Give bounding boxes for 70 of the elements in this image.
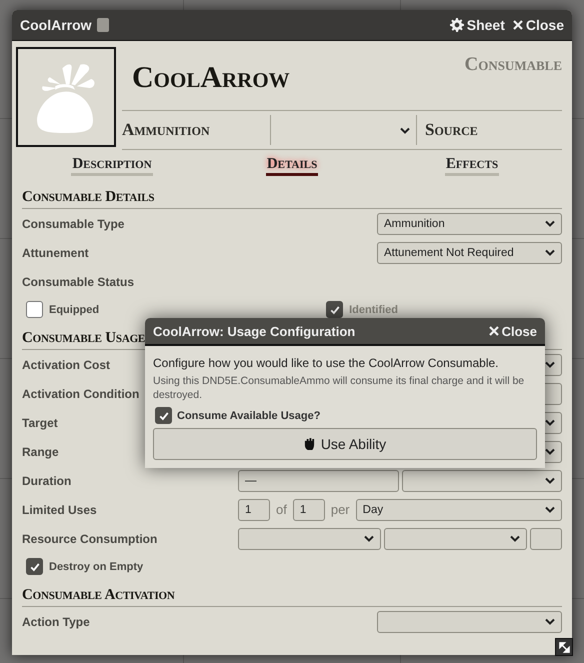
dropdown[interactable]: [377, 610, 562, 632]
caret-icon: [510, 535, 520, 542]
field-label: Range: [22, 444, 59, 458]
caret-icon: [545, 477, 555, 484]
checkmark-icon: [328, 304, 341, 316]
token-icon: [96, 18, 109, 32]
fist-icon: [304, 438, 315, 450]
field-label: Consumable Type: [22, 216, 124, 230]
tab[interactable]: Effects: [444, 156, 500, 176]
field-label: Resource Consumption: [22, 532, 158, 546]
close-icon: [512, 20, 523, 30]
number-field[interactable]: 1: [238, 498, 270, 520]
item-type: Consumable: [464, 54, 562, 76]
dropdown[interactable]: Ammunition: [377, 212, 562, 234]
checkbox-label: Destroy on Empty: [49, 560, 144, 572]
caret-icon: [400, 126, 410, 134]
separator-text: of: [275, 502, 288, 517]
checkbox-label: Equipped: [49, 304, 100, 316]
checkbox-label: Identified: [349, 304, 398, 316]
use-ability-button[interactable]: Use Ability: [153, 428, 537, 460]
text-field[interactable]: —: [238, 470, 398, 492]
checkmark-icon: [158, 410, 170, 422]
caret-icon: [364, 535, 374, 542]
checkbox[interactable]: [326, 301, 344, 318]
caret-icon: [545, 361, 555, 368]
field-label: Consumable Status: [22, 274, 134, 288]
checkbox[interactable]: [26, 301, 43, 318]
dropdown[interactable]: [238, 528, 381, 550]
section-title: Consumable Details: [22, 182, 562, 209]
field-label: Activation Condition: [22, 386, 140, 400]
tab[interactable]: Description: [71, 156, 153, 176]
dialog-note: Using this DND5E.ConsumableAmmo will consume its final charge and it will be destroyed.: [153, 374, 526, 402]
gear-icon: [450, 18, 464, 32]
field-label: Target: [22, 416, 58, 430]
source-link[interactable]: Source: [425, 120, 478, 140]
caret-icon: [545, 448, 555, 455]
caret-icon: [545, 618, 555, 625]
tab[interactable]: Details: [266, 156, 318, 176]
number-field[interactable]: [530, 528, 562, 550]
caret-icon: [545, 419, 555, 426]
close-button[interactable]: Close: [488, 324, 537, 338]
dropdown[interactable]: [384, 528, 527, 550]
close-button[interactable]: Close: [512, 17, 564, 33]
window-title: CoolArrow: [20, 17, 92, 33]
checkmark-icon: [28, 560, 40, 572]
number-field[interactable]: 1: [292, 498, 325, 520]
item-name[interactable]: CoolArrow: [132, 61, 464, 95]
checkbox-label: Consume Available Usage?: [177, 410, 320, 422]
caret-icon: [545, 506, 555, 513]
dialog-title: CoolArrow: Usage Configuration: [153, 324, 356, 338]
resize-handle[interactable]: [555, 638, 573, 656]
dropdown[interactable]: [402, 470, 562, 492]
field-label: Activation Cost: [22, 358, 110, 372]
field-label: Attunement: [22, 246, 89, 260]
item-image[interactable]: [16, 47, 116, 147]
separator-text: per: [330, 502, 351, 517]
checkbox[interactable]: [155, 407, 172, 424]
close-icon: [488, 326, 499, 336]
dropdown[interactable]: Day: [356, 498, 562, 520]
checkbox[interactable]: [26, 558, 43, 575]
section-title: Consumable Activation: [22, 580, 562, 607]
field-label: Action Type: [22, 614, 90, 628]
sheet-button[interactable]: Sheet: [450, 17, 505, 33]
caret-icon: [545, 249, 555, 256]
caret-icon: [545, 220, 555, 227]
item-subtype: Ammunition: [122, 115, 271, 145]
field-label: Duration: [22, 474, 72, 488]
dialog-message: Configure how you would like to use the CoolArrow Consumable.: [153, 356, 499, 370]
dropdown[interactable]: Attunement Not Required: [377, 242, 562, 264]
field-label: Limited Uses: [22, 502, 97, 516]
